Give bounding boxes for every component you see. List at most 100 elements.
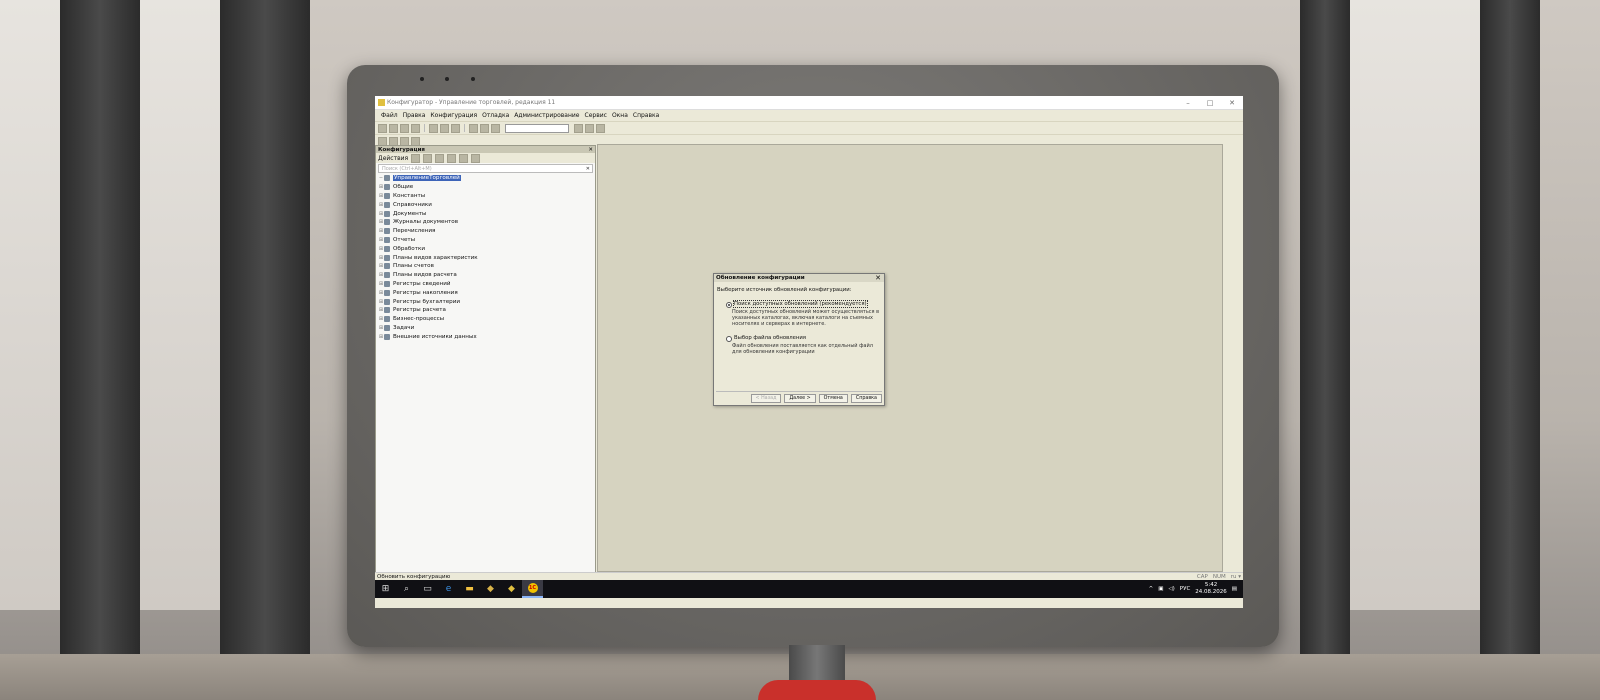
paste-icon[interactable] bbox=[451, 123, 460, 133]
background-pillar bbox=[60, 0, 140, 700]
tree-item[interactable]: ⊞ Планы видов характеристик bbox=[378, 253, 595, 262]
option-search-updates-label[interactable]: Поиск доступных обновлений (рекомендуетс… bbox=[733, 300, 868, 308]
menu-debug[interactable]: Отладка bbox=[482, 112, 509, 119]
next-button[interactable]: Далее > bbox=[784, 394, 816, 403]
move-down-icon[interactable] bbox=[459, 153, 469, 163]
clear-search-icon[interactable]: ✕ bbox=[586, 166, 592, 172]
cancel-button[interactable]: Отмена bbox=[818, 394, 848, 403]
option-select-file[interactable]: Выбор файла обновления bbox=[726, 335, 884, 343]
chevron-up-icon[interactable]: ^ bbox=[1149, 586, 1154, 592]
camera-dot bbox=[445, 77, 449, 81]
tree-item[interactable]: ⊞ Задачи bbox=[378, 324, 595, 333]
edge-browser-icon[interactable]: e bbox=[438, 580, 459, 598]
tree-item-label: Обработки bbox=[393, 245, 425, 252]
help-icon[interactable] bbox=[596, 123, 605, 133]
window-controls: – □ ✕ bbox=[1177, 99, 1243, 107]
search-combo[interactable] bbox=[505, 123, 569, 133]
radio-search-updates[interactable] bbox=[726, 302, 732, 308]
network-icon[interactable]: ▣ bbox=[1158, 586, 1163, 592]
tree-item-icon bbox=[384, 228, 390, 235]
run-icon[interactable] bbox=[585, 123, 594, 133]
debug-icon[interactable] bbox=[574, 123, 583, 133]
close-icon[interactable]: ✕ bbox=[1221, 99, 1243, 107]
undo-icon[interactable] bbox=[469, 123, 478, 133]
file-explorer-icon[interactable]: ▬ bbox=[459, 580, 480, 598]
menu-service[interactable]: Сервис bbox=[585, 112, 607, 119]
new-icon[interactable] bbox=[378, 123, 387, 133]
tree-item[interactable]: ⊞ Планы видов расчета bbox=[378, 271, 595, 280]
tree-item-label: Планы видов расчета bbox=[393, 272, 457, 279]
save-all-icon[interactable] bbox=[411, 123, 420, 133]
tree-item[interactable]: ⊞ Отчеты bbox=[378, 236, 595, 245]
title-bar: Конфигуратор - Управление торговлей, ред… bbox=[375, 96, 1243, 110]
tree-item-label: Регистры сведений bbox=[393, 280, 451, 287]
edit-icon[interactable] bbox=[423, 153, 433, 163]
tree-root[interactable]: − УправлениеТорговлей bbox=[378, 174, 595, 183]
tree-item[interactable]: ⊞ Обработки bbox=[378, 244, 595, 253]
tree-item-icon bbox=[384, 307, 390, 314]
tree-item-icon bbox=[384, 316, 390, 323]
volume-icon[interactable]: ◁) bbox=[1168, 586, 1174, 592]
configuration-search-input[interactable]: Поиск (Ctrl+Alt+M) ✕ bbox=[378, 164, 593, 173]
move-up-icon[interactable] bbox=[447, 153, 457, 163]
taskbar-1c-app[interactable]: 1С bbox=[522, 580, 543, 598]
tree-item[interactable]: ⊞ Журналы документов bbox=[378, 218, 595, 227]
tree-item[interactable]: ⊞ Константы bbox=[378, 192, 595, 201]
radio-select-file[interactable] bbox=[726, 336, 732, 343]
dialog-close-icon[interactable]: ✕ bbox=[875, 274, 884, 282]
monitor-stand-base bbox=[758, 680, 876, 700]
tree-item-icon bbox=[384, 298, 390, 305]
filter-icon[interactable] bbox=[471, 153, 481, 163]
option-search-updates[interactable]: Поиск доступных обновлений (рекомендуетс… bbox=[726, 300, 884, 308]
task-view-icon[interactable]: ▭ bbox=[417, 580, 438, 598]
actions-menu[interactable]: Действия bbox=[378, 155, 408, 162]
tree-item[interactable]: ⊞ Общие bbox=[378, 183, 595, 192]
configuration-panel: Конфигурация ✕ Действия Поиск (Ctrl+Alt+… bbox=[375, 145, 596, 574]
tree-item[interactable]: ⊞ Регистры бухгалтерии bbox=[378, 297, 595, 306]
minimize-icon[interactable]: – bbox=[1177, 99, 1199, 107]
app-icon[interactable]: ◆ bbox=[501, 580, 522, 598]
maximize-icon[interactable]: □ bbox=[1199, 99, 1221, 107]
notifications-icon[interactable]: ▤ bbox=[1232, 586, 1237, 592]
cut-icon[interactable] bbox=[429, 123, 438, 133]
tree-item[interactable]: ⊞ Планы счетов bbox=[378, 262, 595, 271]
option-select-file-label[interactable]: Выбор файла обновления bbox=[734, 335, 806, 341]
menu-edit[interactable]: Правка bbox=[403, 112, 426, 119]
tree-item[interactable]: ⊞ Внешние источники данных bbox=[378, 332, 595, 341]
tree-item-label: Справочники bbox=[393, 201, 432, 208]
option-search-updates-description: Поиск доступных обновлений может осущест… bbox=[732, 309, 880, 327]
tree-item-icon bbox=[384, 219, 390, 226]
add-icon[interactable] bbox=[411, 153, 421, 163]
copy-icon[interactable] bbox=[440, 123, 449, 133]
tree-item-icon bbox=[384, 192, 390, 199]
open-icon[interactable] bbox=[389, 123, 398, 133]
find-icon[interactable] bbox=[491, 123, 500, 133]
menu-administration[interactable]: Администрирование bbox=[514, 112, 579, 119]
windows-start-icon[interactable]: ⊞ bbox=[375, 580, 396, 598]
menu-windows[interactable]: Окна bbox=[612, 112, 628, 119]
tree-item[interactable]: ⊞ Регистры сведений bbox=[378, 280, 595, 289]
tree-item[interactable]: ⊞ Регистры накопления bbox=[378, 288, 595, 297]
close-icon[interactable]: ✕ bbox=[588, 147, 595, 153]
save-icon[interactable] bbox=[400, 123, 409, 133]
help-button[interactable]: Справка bbox=[850, 394, 882, 403]
tree-item[interactable]: ⊞ Перечисления bbox=[378, 227, 595, 236]
tree-item[interactable]: ⊞ Бизнес-процессы bbox=[378, 315, 595, 324]
tree-item-label: Документы bbox=[393, 210, 427, 217]
delete-icon[interactable] bbox=[435, 153, 445, 163]
tree-item[interactable]: ⊞ Справочники bbox=[378, 200, 595, 209]
clock[interactable]: 5:42 24.08.2026 bbox=[1195, 582, 1227, 596]
app-icon[interactable]: ◆ bbox=[480, 580, 501, 598]
input-language[interactable]: РУС bbox=[1180, 586, 1191, 592]
tree-item[interactable]: ⊞ Регистры расчета bbox=[378, 306, 595, 315]
menu-file[interactable]: Файл bbox=[381, 112, 398, 119]
tree-item[interactable]: ⊞ Документы bbox=[378, 209, 595, 218]
menu-configuration[interactable]: Конфигурация bbox=[430, 112, 477, 119]
tree-item-label: Константы bbox=[393, 192, 426, 199]
back-button[interactable]: < Назад bbox=[750, 394, 782, 403]
search-placeholder: Поиск (Ctrl+Alt+M) bbox=[382, 165, 432, 172]
menu-help[interactable]: Справка bbox=[633, 112, 659, 119]
search-icon[interactable]: ⌕ bbox=[396, 580, 417, 598]
background-window-right bbox=[1350, 0, 1480, 610]
redo-icon[interactable] bbox=[480, 123, 489, 133]
